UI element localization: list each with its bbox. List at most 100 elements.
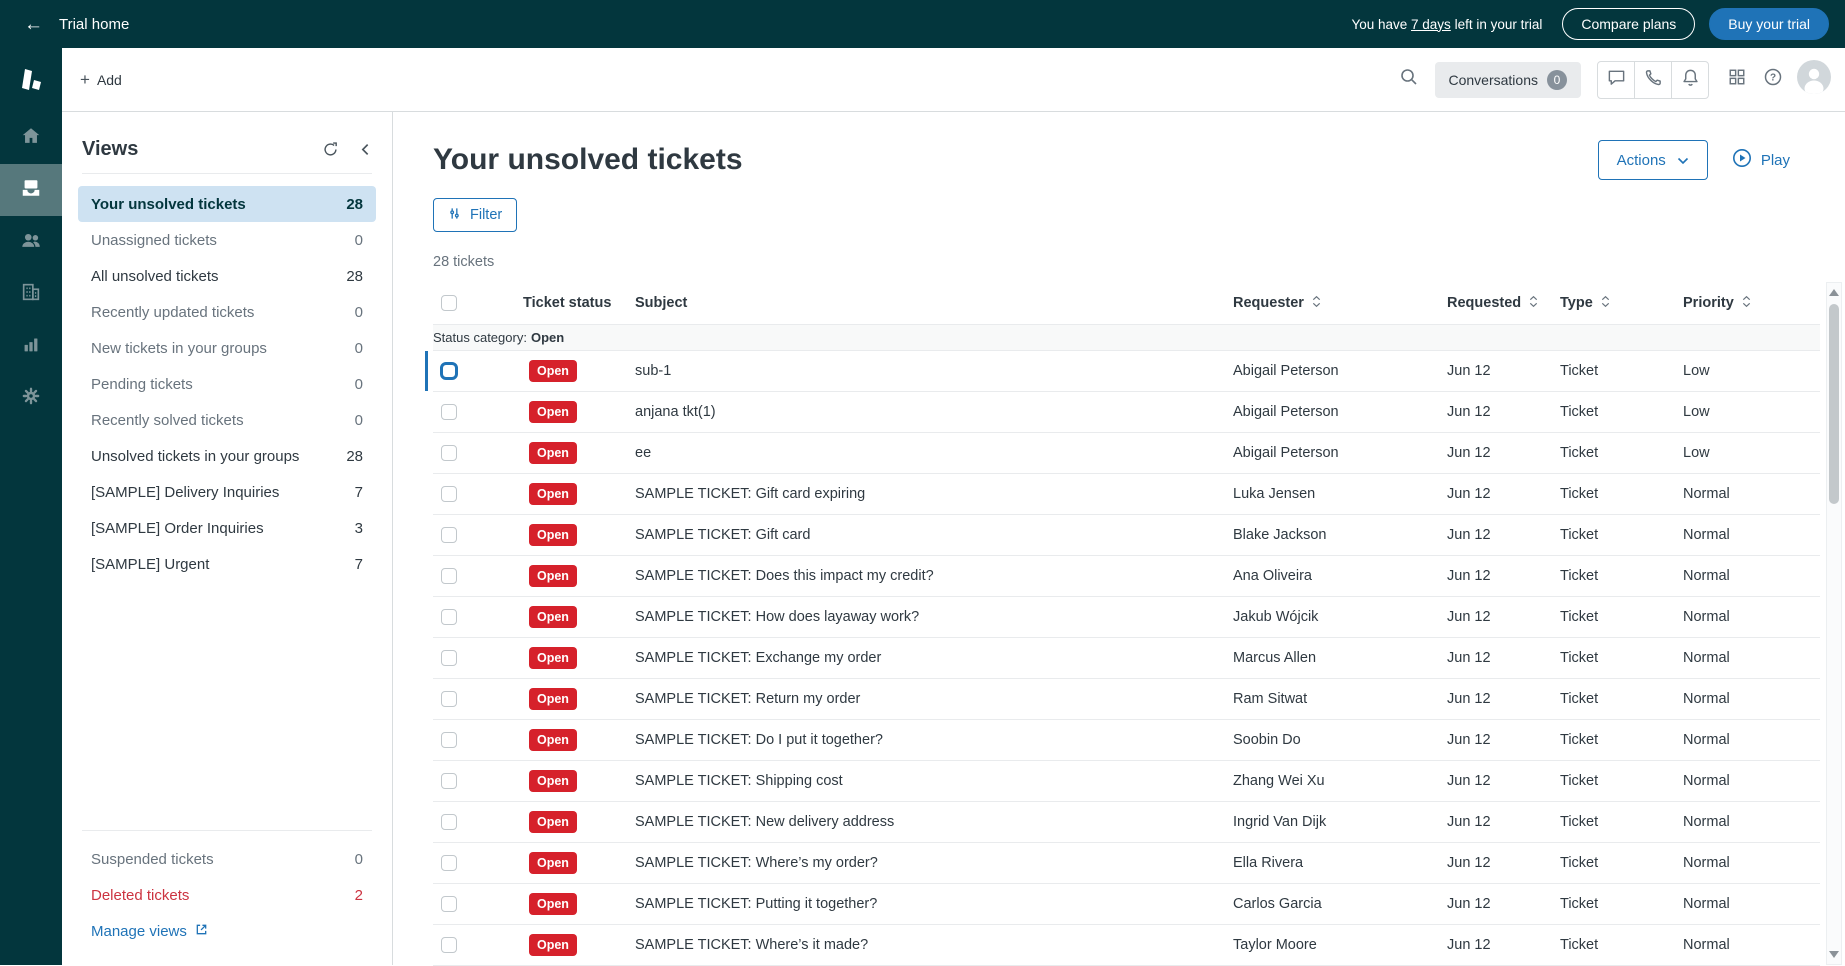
column-header[interactable]: Requested <box>1447 295 1560 312</box>
column-header[interactable]: Subject <box>635 295 1233 311</box>
table-row[interactable]: Open SAMPLE TICKET: Where’s my order? El… <box>433 843 1820 884</box>
table-row[interactable]: Open SAMPLE TICKET: Shipping cost Zhang … <box>433 761 1820 802</box>
table-body: Open sub-1 Abigail Peterson Jun 12 Ticke… <box>433 351 1820 966</box>
ticket-requested-date: Jun 12 <box>1447 486 1560 502</box>
column-header[interactable]: Ticket status <box>523 295 635 311</box>
nav-home[interactable] <box>0 112 62 164</box>
profile-button[interactable] <box>1797 60 1831 99</box>
ticket-subject: SAMPLE TICKET: Does this impact my credi… <box>635 568 1233 584</box>
trial-home-link[interactable]: Trial home <box>59 16 129 33</box>
table-row[interactable]: Open sub-1 Abigail Peterson Jun 12 Ticke… <box>433 351 1820 392</box>
notifications-button[interactable] <box>1671 61 1709 99</box>
row-checkbox[interactable] <box>441 814 457 830</box>
scroll-up-arrow[interactable] <box>1829 289 1839 296</box>
view-list-item[interactable]: Unassigned tickets 0 <box>78 222 376 258</box>
view-list-item[interactable]: Pending tickets 0 <box>78 366 376 402</box>
select-all-checkbox[interactable] <box>441 295 457 311</box>
buy-trial-button[interactable]: Buy your trial <box>1709 8 1829 40</box>
view-item-label: Unassigned tickets <box>91 232 217 249</box>
table-row[interactable]: Open SAMPLE TICKET: Putting it together?… <box>433 884 1820 925</box>
view-list-item[interactable]: Deleted tickets 2 <box>78 877 376 913</box>
table-row[interactable]: Open SAMPLE TICKET: Does this impact my … <box>433 556 1820 597</box>
view-list-item[interactable]: [SAMPLE] Order Inquiries 3 <box>78 510 376 546</box>
scrollbar-thumb[interactable] <box>1829 304 1839 504</box>
view-list-item[interactable]: Your unsolved tickets 28 <box>78 186 376 222</box>
nav-reporting[interactable] <box>0 320 62 372</box>
row-checkbox[interactable] <box>441 486 457 502</box>
nav-organizations[interactable] <box>0 268 62 320</box>
ticket-requester: Zhang Wei Xu <box>1233 773 1447 789</box>
row-checkbox[interactable] <box>441 732 457 748</box>
actions-button[interactable]: Actions <box>1598 140 1708 180</box>
ticket-requested-date: Jun 12 <box>1447 937 1560 953</box>
apps-button[interactable] <box>1719 62 1755 98</box>
row-checkbox[interactable] <box>441 445 457 461</box>
compare-plans-button[interactable]: Compare plans <box>1562 8 1695 40</box>
row-checkbox[interactable] <box>441 609 457 625</box>
view-list-item[interactable]: Recently updated tickets 0 <box>78 294 376 330</box>
add-button[interactable]: + Add <box>80 71 122 88</box>
ticket-requested-date: Jun 12 <box>1447 527 1560 543</box>
ticket-priority: Normal <box>1683 732 1820 748</box>
row-checkbox[interactable] <box>441 896 457 912</box>
column-header[interactable]: Requester <box>1233 295 1447 312</box>
ticket-priority: Normal <box>1683 527 1820 543</box>
chat-button[interactable] <box>1597 61 1635 99</box>
vertical-scrollbar[interactable] <box>1826 282 1842 965</box>
row-checkbox[interactable] <box>441 650 457 666</box>
help-button[interactable]: ? <box>1755 62 1791 98</box>
column-header[interactable]: Priority <box>1683 295 1820 312</box>
manage-views-link[interactable]: Manage views <box>78 913 376 949</box>
sort-icon <box>1741 295 1752 312</box>
row-checkbox[interactable] <box>441 568 457 584</box>
ticket-type: Ticket <box>1560 896 1683 912</box>
nav-admin[interactable] <box>0 372 62 424</box>
back-arrow-icon[interactable]: ← <box>24 15 43 34</box>
scroll-down-arrow[interactable] <box>1829 951 1839 958</box>
view-item-label: All unsolved tickets <box>91 268 219 285</box>
ticket-views-icon <box>20 177 42 204</box>
table-row[interactable]: Open SAMPLE TICKET: Where’s it made? Tay… <box>433 925 1820 966</box>
status-badge: Open <box>529 360 577 382</box>
table-row[interactable]: Open SAMPLE TICKET: New delivery address… <box>433 802 1820 843</box>
table-row[interactable]: Open SAMPLE TICKET: Exchange my order Ma… <box>433 638 1820 679</box>
collapse-panel-icon[interactable] <box>359 143 372 156</box>
row-checkbox[interactable] <box>440 362 458 380</box>
nav-ticket-views[interactable] <box>0 164 62 216</box>
play-button[interactable]: Play <box>1732 148 1790 172</box>
row-checkbox[interactable] <box>441 773 457 789</box>
table-row[interactable]: Open SAMPLE TICKET: How does layaway wor… <box>433 597 1820 638</box>
table-row[interactable]: Open SAMPLE TICKET: Gift card expiring L… <box>433 474 1820 515</box>
nav-customers[interactable] <box>0 216 62 268</box>
view-list-item[interactable]: Suspended tickets 0 <box>78 841 376 877</box>
row-checkbox[interactable] <box>441 937 457 953</box>
view-list-item[interactable]: New tickets in your groups 0 <box>78 330 376 366</box>
status-badge: Open <box>529 934 577 956</box>
view-list-item[interactable]: Unsolved tickets in your groups 28 <box>78 438 376 474</box>
row-checkbox[interactable] <box>441 527 457 543</box>
table-row[interactable]: Open anjana tkt(1) Abigail Peterson Jun … <box>433 392 1820 433</box>
view-list-item[interactable]: All unsolved tickets 28 <box>78 258 376 294</box>
filter-button[interactable]: Filter <box>433 198 517 232</box>
column-header[interactable]: Type <box>1560 295 1683 312</box>
ticket-type: Ticket <box>1560 855 1683 871</box>
table-row[interactable]: Open SAMPLE TICKET: Return my order Ram … <box>433 679 1820 720</box>
row-checkbox[interactable] <box>441 855 457 871</box>
table-row[interactable]: Open ee Abigail Peterson Jun 12 Ticket L… <box>433 433 1820 474</box>
row-checkbox[interactable] <box>441 404 457 420</box>
phone-button[interactable] <box>1634 61 1672 99</box>
conversations-button[interactable]: Conversations 0 <box>1435 62 1582 98</box>
status-badge: Open <box>529 401 577 423</box>
organizations-icon <box>20 281 42 308</box>
table-row[interactable]: Open SAMPLE TICKET: Do I put it together… <box>433 720 1820 761</box>
row-checkbox[interactable] <box>441 691 457 707</box>
customers-icon <box>20 229 42 256</box>
refresh-icon[interactable] <box>322 141 339 158</box>
view-list-item[interactable]: [SAMPLE] Urgent 7 <box>78 546 376 582</box>
search-button[interactable] <box>1391 62 1427 98</box>
view-list-item[interactable]: [SAMPLE] Delivery Inquiries 7 <box>78 474 376 510</box>
ticket-requester: Abigail Peterson <box>1233 445 1447 461</box>
table-row[interactable]: Open SAMPLE TICKET: Gift card Blake Jack… <box>433 515 1820 556</box>
view-list-item[interactable]: Recently solved tickets 0 <box>78 402 376 438</box>
ticket-type: Ticket <box>1560 773 1683 789</box>
